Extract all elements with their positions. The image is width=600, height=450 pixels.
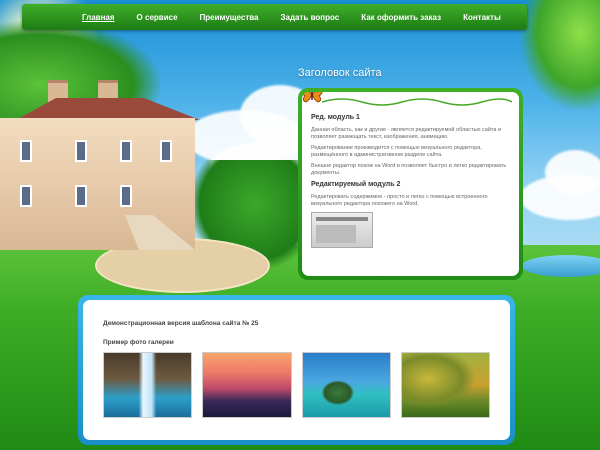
sunset-photo[interactable] [202,352,292,418]
butterfly-icon [302,92,323,103]
window [75,185,87,207]
window [160,140,172,162]
island-photo[interactable] [301,352,391,418]
roof [16,98,200,120]
house-illustration [0,80,200,250]
window [20,140,32,162]
photo-gallery [103,352,490,418]
autumn-field-photo[interactable] [400,352,490,418]
nav-ask-question[interactable]: Задать вопрос [281,13,340,22]
demo-text: Демонстрационная версия шаблона сайта № … [103,320,259,327]
nav-contacts[interactable]: Контакты [463,13,501,22]
module-1-text: Данная область, как и другие - является … [311,127,502,140]
top-navigation: Главная О сервисе Преимущества Задать во… [22,4,527,30]
window [120,140,132,162]
module-panel: Ред. модуль 1 Данная область, как и друг… [302,92,519,276]
nav-about[interactable]: О сервисе [137,13,178,22]
gallery-title: Пример фото галереи [103,339,174,346]
window [120,185,132,207]
site-title: Заголовок сайта [298,67,382,79]
content-frame: Демонстрационная версия шаблона сайта № … [78,295,515,445]
module-2-text: Редактировать содержимое - просто и легк… [311,194,488,207]
window [75,140,87,162]
vine-decoration [322,98,512,106]
module-1-text: Редактирование производится с помощью ви… [311,145,482,158]
nav-how-to-order[interactable]: Как оформить заказ [361,13,441,22]
module-panel-frame: Ред. модуль 1 Данная область, как и друг… [298,88,523,280]
nav-home[interactable]: Главная [82,13,115,22]
window [20,185,32,207]
module-2-title: Редактируемый модуль 2 [311,181,401,188]
module-1-text: Внешне редактор похож на Word и позволяе… [311,163,507,176]
leaves-decoration [520,0,600,110]
editor-preview-image [311,212,373,248]
nav-advantages[interactable]: Преимущества [200,13,259,22]
cloud [545,150,600,195]
content-area: Демонстрационная версия шаблона сайта № … [83,300,510,440]
waterfall-photo[interactable] [103,352,193,418]
module-1-title: Ред. модуль 1 [311,114,360,121]
